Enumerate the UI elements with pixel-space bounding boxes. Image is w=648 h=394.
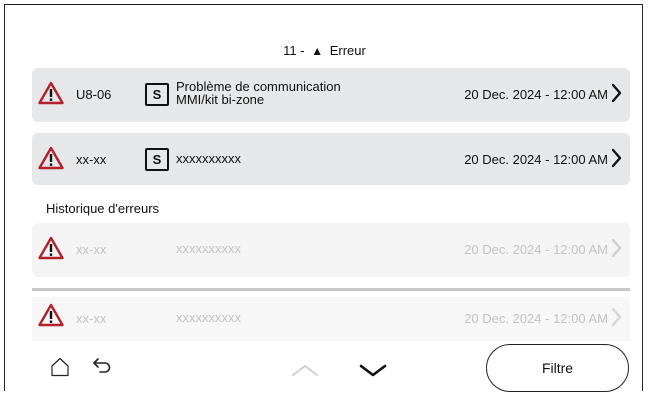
chevron-right-icon[interactable] <box>611 238 622 258</box>
error-code: U8-06 <box>76 87 112 102</box>
error-description: xxxxxxxxxx <box>176 310 241 325</box>
page-header: 11 - ▲ Erreur <box>5 43 644 58</box>
warning-icon: ▲ <box>311 44 324 58</box>
error-code: xx-xx <box>76 152 107 167</box>
app-frame: 11 - ▲ Erreur U8-06 S Problème de commun… <box>4 4 644 392</box>
service-badge: S <box>145 148 169 171</box>
error-description-line2: MMI/kit bi-zone <box>176 92 265 107</box>
error-date: 20 Dec. 2024 - 12:00 AM <box>464 311 608 326</box>
error-code: xx-xx <box>76 242 107 257</box>
alert-triangle-icon <box>38 81 64 105</box>
alert-triangle-icon <box>38 236 64 260</box>
error-description: xxxxxxxxxx <box>176 241 241 256</box>
error-description: xxxxxxxxxx <box>176 152 241 165</box>
alert-triangle-icon <box>38 146 64 170</box>
alert-triangle-icon <box>38 303 64 327</box>
chevron-right-icon[interactable] <box>611 148 622 168</box>
error-date: 20 Dec. 2024 - 12:00 AM <box>464 242 608 257</box>
error-row[interactable]: U8-06 S Problème de communication MMI/ki… <box>32 68 630 122</box>
history-section-label: Historique d'erreurs <box>46 201 160 216</box>
chevron-right-icon[interactable] <box>611 307 622 327</box>
scroll-divider <box>32 288 630 291</box>
error-description: Problème de communication MMI/kit bi-zon… <box>176 80 341 106</box>
chevron-right-icon[interactable] <box>611 83 622 103</box>
filter-button[interactable]: Filtre <box>486 344 629 392</box>
page-title: Erreur <box>329 43 366 58</box>
error-row[interactable]: xx-xx S xxxxxxxxxx 20 Dec. 2024 - 12:00 … <box>32 133 630 185</box>
error-code: xx-xx <box>76 311 107 326</box>
back-icon[interactable] <box>92 357 112 375</box>
error-date: 20 Dec. 2024 - 12:00 AM <box>464 152 608 167</box>
chevron-up-icon[interactable] <box>290 363 320 377</box>
error-count: 11 - <box>283 43 305 58</box>
error-description-line1: xxxxxxxxxx <box>176 151 241 166</box>
error-date: 20 Dec. 2024 - 12:00 AM <box>464 87 608 102</box>
home-icon[interactable] <box>50 357 70 377</box>
chevron-down-icon[interactable] <box>358 363 388 377</box>
history-row[interactable]: xx-xx xxxxxxxxxx 20 Dec. 2024 - 12:00 AM <box>32 223 630 277</box>
history-row[interactable]: xx-xx xxxxxxxxxx 20 Dec. 2024 - 12:00 AM <box>32 297 630 341</box>
service-badge: S <box>145 83 169 106</box>
